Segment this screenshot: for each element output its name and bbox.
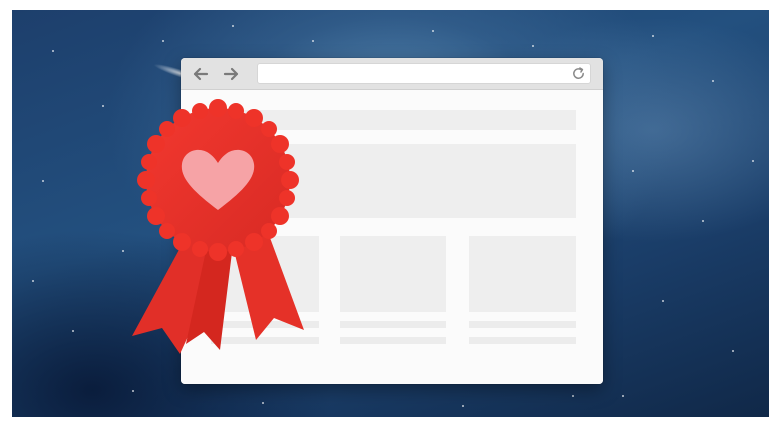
reload-button[interactable] [571,66,586,81]
text-line-placeholder [340,321,446,328]
text-line-placeholder [469,337,576,344]
browser-toolbar [181,58,603,90]
back-button[interactable] [191,64,211,84]
arrow-left-icon [193,67,209,81]
text-line-placeholder [340,337,446,344]
arrow-right-icon [223,67,239,81]
card-placeholder [469,236,576,312]
text-line-placeholder [469,321,576,328]
card-placeholder [340,236,446,312]
award-ribbon-icon [124,99,310,354]
reload-icon [573,67,584,79]
forward-button[interactable] [221,64,241,84]
address-bar[interactable] [257,63,591,84]
